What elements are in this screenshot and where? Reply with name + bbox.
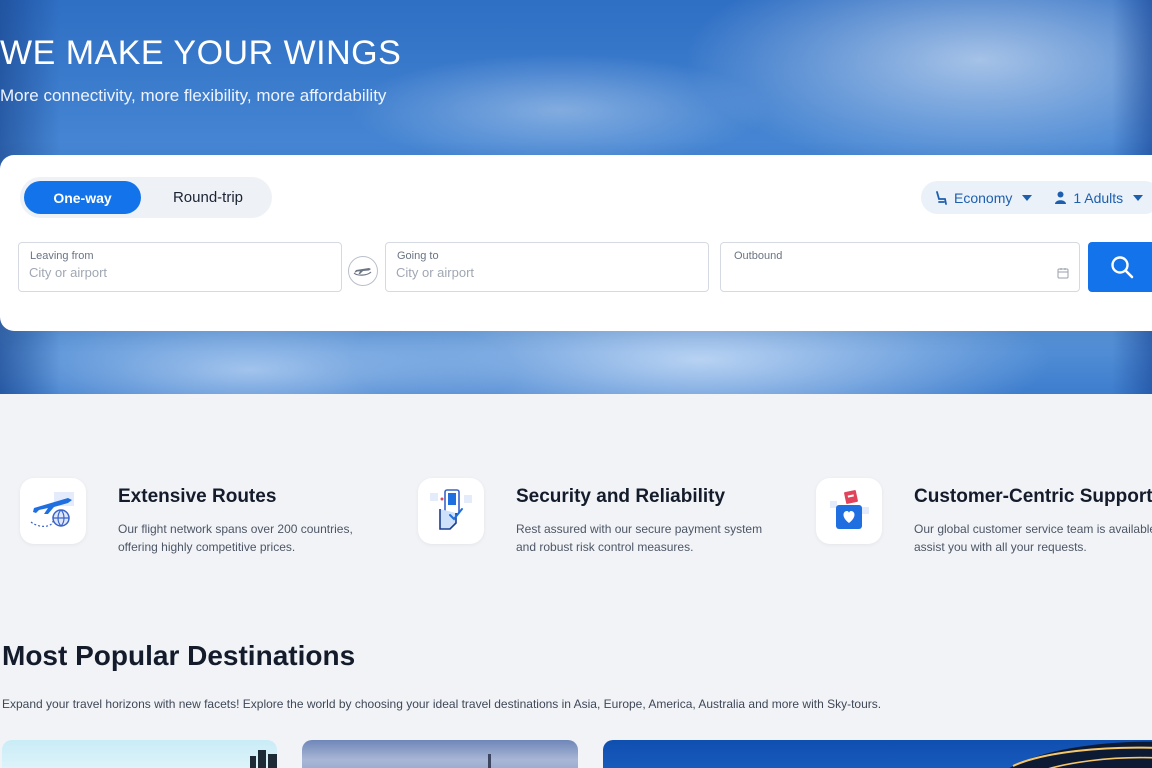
features-section: Extensive Routes Our flight network span… — [0, 478, 1152, 568]
support-heart-icon — [816, 478, 882, 544]
seat-icon — [936, 190, 947, 205]
trip-round-trip-button[interactable]: Round-trip — [148, 181, 268, 214]
swap-airports-button[interactable] — [348, 256, 378, 286]
building-lights-icon — [1009, 741, 1152, 768]
going-to-input[interactable] — [396, 265, 676, 280]
tower-silhouette-icon — [488, 754, 491, 768]
passenger-label: 1 Adults — [1073, 189, 1124, 206]
popular-destinations-title: Most Popular Destinations — [2, 640, 356, 671]
leaving-from-input[interactable] — [29, 265, 309, 280]
passenger-select[interactable]: 1 Adults — [1032, 181, 1144, 214]
plane-globe-icon — [20, 478, 86, 544]
hero-subtitle: More connectivity, more flexibility, mor… — [0, 86, 387, 105]
cabin-class-label: Economy — [954, 189, 1013, 206]
destination-card[interactable] — [302, 740, 578, 768]
search-flights-button[interactable] — [1088, 242, 1152, 292]
chevron-down-icon — [1022, 194, 1033, 201]
destination-card[interactable] — [603, 740, 1152, 768]
feature-description: Our flight network spans over 200 countr… — [118, 522, 353, 554]
feature-title: Customer-Centric Support — [914, 486, 1152, 507]
going-to-field[interactable]: Going to — [385, 242, 709, 292]
outbound-label: Outbound — [734, 250, 783, 262]
going-to-label: Going to — [397, 250, 439, 262]
leaving-from-field[interactable]: Leaving from — [18, 242, 342, 292]
trip-one-way-button[interactable]: One-way — [24, 181, 141, 214]
popular-destinations-description: Expand your travel horizons with new fac… — [2, 697, 882, 711]
feature-title: Security and Reliability — [516, 486, 726, 507]
outbound-date-field[interactable]: Outbound — [720, 242, 1080, 292]
hero-title: WE MAKE YOUR WINGS — [0, 34, 402, 72]
cabin-passenger-options: Economy 1 Adults — [921, 181, 1152, 214]
trip-type-toggle: One-way Round-trip — [20, 177, 272, 218]
flight-search-card: One-way Round-trip Economy 1 Adults Leav… — [0, 155, 1152, 331]
cabin-class-select[interactable]: Economy — [921, 181, 1033, 214]
feature-description: Our global customer service team is avai… — [914, 522, 1152, 554]
search-icon — [1111, 256, 1134, 279]
destination-card[interactable] — [2, 740, 277, 768]
plane-swap-icon — [353, 268, 372, 276]
chevron-down-icon — [1133, 194, 1144, 201]
person-icon — [1055, 191, 1067, 204]
calendar-icon — [1057, 268, 1069, 279]
feature-description: Rest assured with our secure payment sys… — [516, 522, 763, 554]
leaving-from-label: Leaving from — [30, 250, 94, 262]
city-silhouette-icon — [250, 750, 277, 768]
secure-payment-icon — [418, 478, 484, 544]
feature-title: Extensive Routes — [118, 486, 277, 507]
